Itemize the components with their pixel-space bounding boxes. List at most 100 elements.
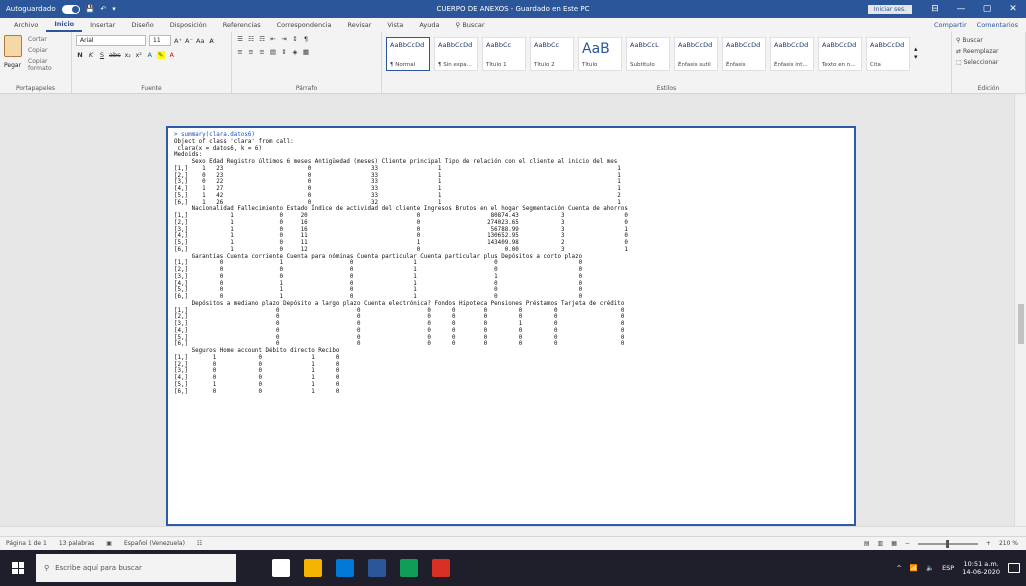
style-no-spacing[interactable]: AaBbCcDd ¶ Sin espa... <box>434 37 478 71</box>
tab-revisar[interactable]: Revisar <box>339 18 379 32</box>
find-button[interactable]: ⚲ Buscar <box>956 37 1021 44</box>
comments-button[interactable]: Comentarios <box>977 21 1018 29</box>
underline-icon[interactable]: S <box>98 51 106 59</box>
superscript-icon[interactable]: x² <box>135 51 143 59</box>
replace-button[interactable]: ⇄ Reemplazar <box>956 48 1021 55</box>
tab-ayuda[interactable]: Ayuda <box>411 18 447 32</box>
horizontal-scrollbar[interactable] <box>0 526 1026 536</box>
minimize-button[interactable]: — <box>948 0 974 18</box>
scroll-thumb[interactable] <box>1018 304 1024 344</box>
excel-icon[interactable] <box>400 559 418 577</box>
language-indicator[interactable]: Español (Venezuela) <box>124 540 185 547</box>
taskbar-search[interactable]: ⚲ Escribe aquí para buscar <box>36 554 236 582</box>
align-right-icon[interactable]: ≡ <box>258 48 266 56</box>
increase-indent-icon[interactable]: ⇥ <box>280 35 288 43</box>
style-emphasis[interactable]: AaBbCcDd Énfasis <box>722 37 766 71</box>
styles-scroll-icon[interactable]: ▴ ▾ <box>914 37 918 71</box>
sort-icon[interactable]: ↕ <box>291 35 299 43</box>
style-title[interactable]: AaB Título <box>578 37 622 71</box>
word-icon[interactable] <box>368 559 386 577</box>
justify-icon[interactable]: ▤ <box>269 48 277 56</box>
tab-insertar[interactable]: Insertar <box>82 18 123 32</box>
clock[interactable]: 10:51 a.m. 14-06-2020 <box>962 560 1000 576</box>
paste-label[interactable]: Pegar <box>4 62 21 69</box>
style-heading-2[interactable]: AaBbCc Título 2 <box>530 37 574 71</box>
tab-archivo[interactable]: Archivo <box>6 18 46 32</box>
text-effects-icon[interactable]: A <box>146 51 154 59</box>
accessibility-icon[interactable]: ☷ <box>197 540 202 547</box>
style-strong[interactable]: AaBbCcDd Texto en n... <box>818 37 862 71</box>
grow-font-icon[interactable]: A⁺ <box>174 37 182 45</box>
subscript-icon[interactable]: x₂ <box>124 51 132 59</box>
style-intense-emphasis[interactable]: AaBbCcDd Énfasis int... <box>770 37 814 71</box>
file-explorer-icon[interactable] <box>336 559 354 577</box>
font-family-select[interactable]: Arial <box>76 35 146 46</box>
style-heading-1[interactable]: AaBbCc Título 1 <box>482 37 526 71</box>
acrobat-icon[interactable] <box>432 559 450 577</box>
close-button[interactable]: ✕ <box>1000 0 1026 18</box>
font-color-icon[interactable]: A <box>168 51 176 59</box>
keyboard-language[interactable]: ESP <box>942 564 954 572</box>
autosave-toggle[interactable] <box>61 4 80 14</box>
bullets-icon[interactable]: ☰ <box>236 35 244 43</box>
task-view-icon[interactable] <box>272 559 290 577</box>
copy-button[interactable]: Copiar <box>28 47 71 54</box>
save-icon[interactable]: 💾 <box>86 5 95 13</box>
tab-correspondencia[interactable]: Correspondencia <box>269 18 340 32</box>
proofing-icon[interactable]: ▣ <box>106 540 112 547</box>
tab-vista[interactable]: Vista <box>379 18 411 32</box>
chrome-icon[interactable] <box>304 559 322 577</box>
clear-format-icon[interactable]: A̷ <box>207 37 215 45</box>
volume-icon[interactable]: 🔈 <box>926 564 934 572</box>
vertical-scrollbar[interactable] <box>1014 94 1026 526</box>
paste-icon[interactable] <box>4 35 22 57</box>
style-quote[interactable]: AaBbCcDd Cita <box>866 37 910 71</box>
shrink-font-icon[interactable]: A⁻ <box>185 37 193 45</box>
tab-referencias[interactable]: Referencias <box>215 18 269 32</box>
format-painter-button[interactable]: Copiar formato <box>28 58 71 72</box>
numbering-icon[interactable]: ☷ <box>247 35 255 43</box>
tell-me-search[interactable]: ⚲ Buscar <box>448 18 493 32</box>
style-normal[interactable]: AaBbCcDd ¶ Normal <box>386 37 430 71</box>
decrease-indent-icon[interactable]: ⇤ <box>269 35 277 43</box>
page-count[interactable]: Página 1 de 1 <box>6 540 47 547</box>
multilevel-list-icon[interactable]: ☶ <box>258 35 266 43</box>
web-layout-icon[interactable]: ▦ <box>891 540 897 547</box>
ribbon-display-icon[interactable]: ⊟ <box>922 0 948 18</box>
maximize-button[interactable]: ▢ <box>974 0 1000 18</box>
align-left-icon[interactable]: ≡ <box>236 48 244 56</box>
word-count[interactable]: 13 palabras <box>59 540 94 547</box>
tray-chevron-icon[interactable]: ^ <box>896 564 901 572</box>
strikethrough-icon[interactable]: abc <box>109 51 121 59</box>
italic-icon[interactable]: K <box>87 51 95 59</box>
read-mode-icon[interactable]: ▤ <box>864 540 870 547</box>
customize-qa-icon[interactable]: ▾ <box>112 5 116 13</box>
align-center-icon[interactable]: ≡ <box>247 48 255 56</box>
tab-disposicion[interactable]: Disposición <box>162 18 215 32</box>
highlight-icon[interactable]: ✎ <box>156 51 165 59</box>
shading-icon[interactable]: ◈ <box>291 48 299 56</box>
zoom-in-icon[interactable]: + <box>986 540 991 547</box>
cut-button[interactable]: Cortar <box>28 36 71 43</box>
print-layout-icon[interactable]: ▥ <box>878 540 884 547</box>
tab-inicio[interactable]: Inicio <box>46 18 83 32</box>
zoom-out-icon[interactable]: − <box>905 540 910 547</box>
style-subtle-emphasis[interactable]: AaBbCcDd Énfasis sutil <box>674 37 718 71</box>
line-spacing-icon[interactable]: ⇕ <box>280 48 288 56</box>
undo-icon[interactable]: ↶ <box>100 5 106 13</box>
borders-icon[interactable]: ▦ <box>302 48 310 56</box>
style-subtitle[interactable]: AaBbCcL Subtítulo <box>626 37 670 71</box>
font-size-select[interactable]: 11 <box>149 35 171 46</box>
network-icon[interactable]: 📶 <box>910 564 918 572</box>
change-case-icon[interactable]: Aa <box>196 37 204 45</box>
zoom-level[interactable]: 210 % <box>999 540 1018 547</box>
zoom-slider[interactable] <box>917 539 978 548</box>
notifications-icon[interactable] <box>1008 563 1020 573</box>
pilcrow-icon[interactable]: ¶ <box>302 35 310 43</box>
tab-diseno[interactable]: Diseño <box>123 18 161 32</box>
bold-icon[interactable]: N <box>76 51 84 59</box>
share-button[interactable]: Compartir <box>934 21 967 29</box>
start-button[interactable] <box>0 550 36 586</box>
select-button[interactable]: ⬚ Seleccionar <box>956 59 1021 66</box>
sign-in-button[interactable]: Iniciar ses. <box>867 4 912 14</box>
